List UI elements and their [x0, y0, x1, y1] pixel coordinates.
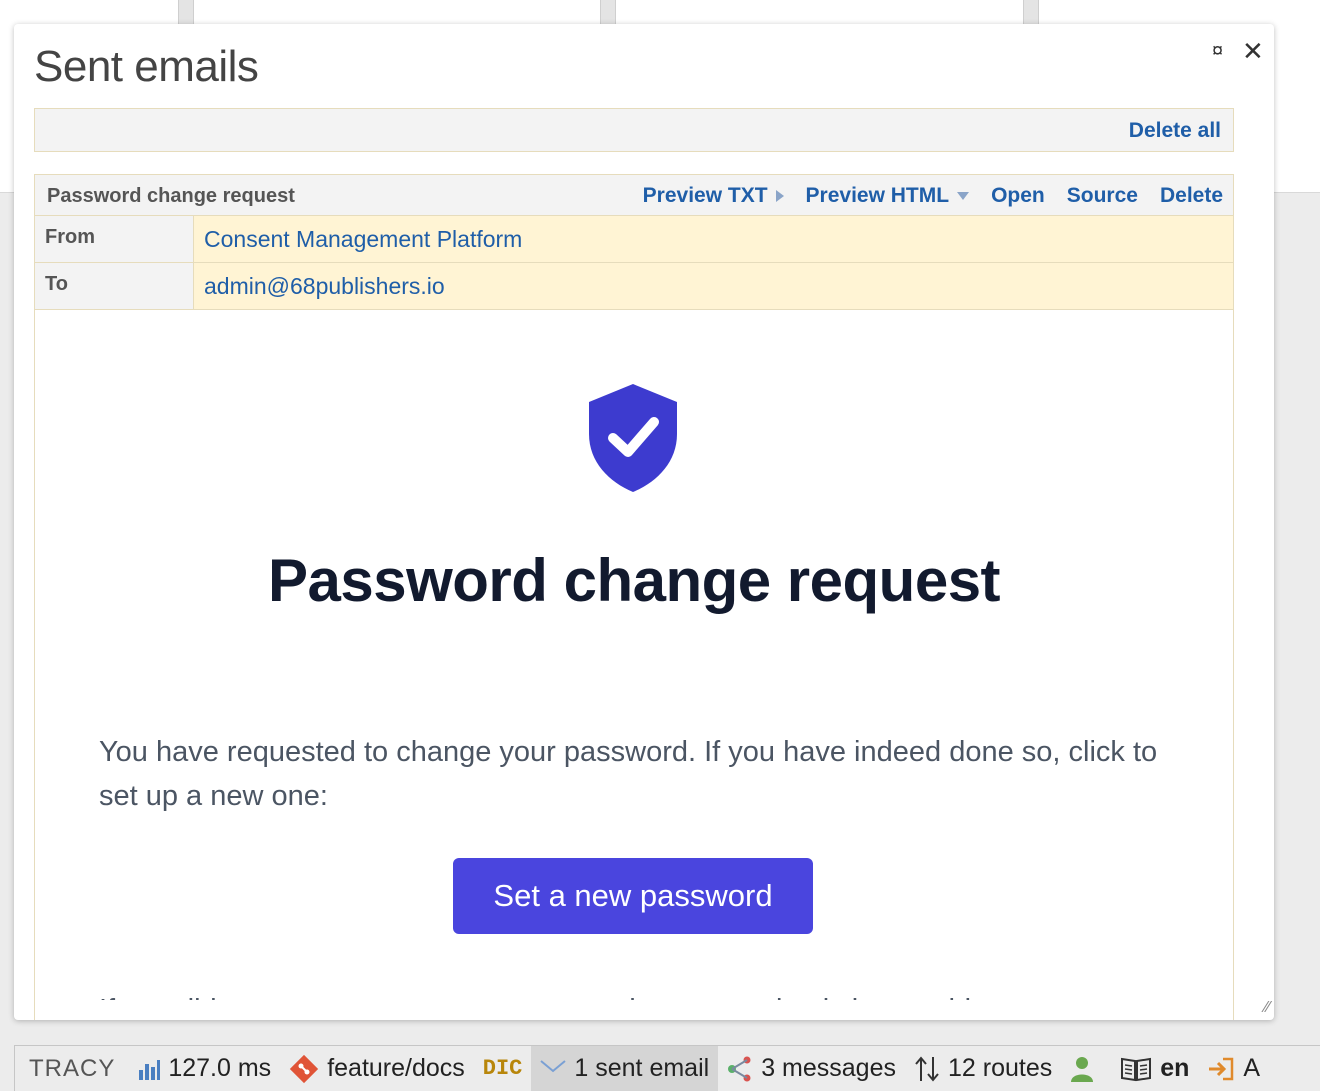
background-column [178, 0, 194, 24]
delete-link[interactable]: Delete [1160, 184, 1223, 208]
shield-check-icon [589, 384, 677, 492]
tracy-cut-label: A [1243, 1054, 1261, 1082]
tracy-git-panel[interactable]: feature/docs [280, 1046, 474, 1091]
from-value: Consent Management Platform [194, 216, 1233, 262]
tracy-messages-label: 3 messages [761, 1054, 896, 1082]
email-text: You have requested to change your passwo… [99, 736, 1158, 812]
email-header: Password change request Preview TXT Prev… [35, 175, 1233, 216]
email-body: Password change request You have request… [35, 310, 1233, 1000]
tracy-time-label: 127.0 ms [168, 1054, 272, 1082]
tracy-login-panel[interactable]: A [1198, 1046, 1269, 1091]
sent-emails-panel: Sent emails ¤ ✕ Delete all Password chan… [14, 24, 1274, 1020]
email-actions: Preview TXT Preview HTML Open Source Del… [643, 184, 1223, 208]
email-subject: Password change request [47, 185, 295, 207]
tracy-mail-panel[interactable]: 1 sent email [531, 1046, 719, 1091]
email-text-secondary: If you did not want to reset your passwo… [99, 988, 1159, 1000]
dic-label: DIC [482, 1056, 523, 1081]
to-row: To admin@68publishers.io [35, 263, 1233, 310]
tracy-messages-panel[interactable]: 3 messages [718, 1046, 905, 1091]
preview-html-link[interactable]: Preview HTML [806, 184, 970, 208]
bar-chart-icon [138, 1058, 161, 1080]
sign-in-icon [1207, 1056, 1235, 1082]
tracy-logo[interactable]: TRACY [15, 1055, 129, 1083]
share-icon [727, 1056, 753, 1082]
tracy-branch-label: feature/docs [327, 1054, 465, 1082]
tracy-translation-panel[interactable]: en [1111, 1046, 1198, 1091]
preview-txt-link[interactable]: Preview TXT [643, 184, 784, 208]
triangle-right-icon [775, 190, 784, 202]
tracy-debug-bar: TRACY 127.0 ms feature/docs DIC 1 sent e… [14, 1045, 1320, 1091]
preview-txt-label: Preview TXT [642, 184, 768, 207]
email-heading: Password change request [267, 547, 1001, 614]
from-row: From Consent Management Platform [35, 216, 1233, 263]
sort-arrows-icon [914, 1055, 940, 1083]
background-column [1023, 0, 1039, 24]
triangle-down-icon [957, 192, 970, 200]
git-icon [289, 1054, 319, 1084]
background-column [600, 0, 616, 24]
tracy-user-panel[interactable] [1061, 1046, 1111, 1091]
tracy-routes-label: 12 routes [947, 1054, 1053, 1082]
tracy-time-panel[interactable]: 127.0 ms [129, 1046, 280, 1091]
from-label: From [35, 216, 194, 262]
tracy-routes-panel[interactable]: 12 routes [905, 1046, 1061, 1091]
close-icon[interactable]: ✕ [1242, 38, 1264, 64]
tracy-dic-panel[interactable]: DIC [474, 1046, 532, 1091]
to-label: To [35, 263, 194, 309]
preview-html-label: Preview HTML [805, 184, 950, 207]
set-new-password-button[interactable]: Set a new password [453, 858, 813, 934]
source-link[interactable]: Source [1067, 184, 1138, 208]
maximize-icon[interactable]: ¤ [1212, 38, 1223, 64]
tracy-mail-label: 1 sent email [574, 1054, 710, 1082]
open-link[interactable]: Open [991, 184, 1045, 208]
to-value: admin@68publishers.io [194, 263, 1233, 309]
email-card: Password change request Preview TXT Prev… [34, 174, 1234, 1020]
panel-title: Sent emails [34, 42, 259, 91]
user-icon [1070, 1056, 1094, 1082]
delete-all-link[interactable]: Delete all [1129, 119, 1221, 143]
envelope-icon [540, 1059, 567, 1078]
tracy-lang-label: en [1160, 1054, 1190, 1082]
resize-handle-icon[interactable]: ⁄⁄ [1265, 999, 1270, 1017]
panel-toolbar: Delete all [34, 108, 1234, 152]
book-icon [1120, 1056, 1152, 1082]
